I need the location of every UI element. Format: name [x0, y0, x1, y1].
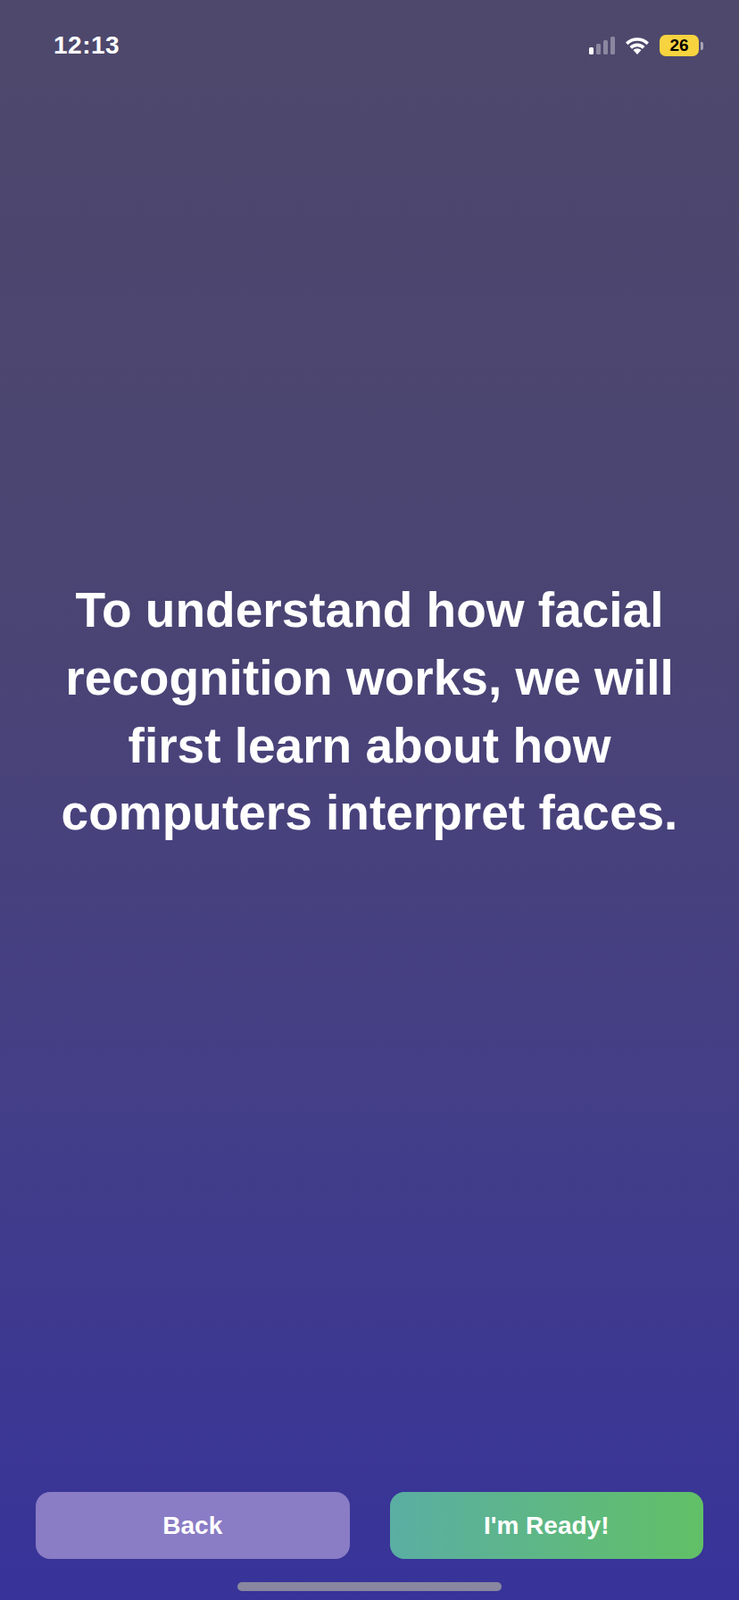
wifi-icon — [623, 35, 651, 56]
signal-bar — [596, 43, 601, 55]
signal-bar — [603, 40, 608, 55]
intro-message: To understand how facial recognition wor… — [35, 576, 704, 848]
battery-icon: 26 — [659, 34, 704, 57]
back-button[interactable]: Back — [35, 1491, 350, 1559]
signal-bar — [610, 36, 615, 55]
button-row: Back I'm Ready! — [0, 1491, 739, 1559]
signal-bar — [589, 47, 594, 55]
ready-button[interactable]: I'm Ready! — [390, 1491, 705, 1559]
content: To understand how facial recognition wor… — [0, 66, 739, 1492]
home-area — [0, 1558, 739, 1600]
status-bar: 12:13 26 — [0, 0, 739, 67]
signal-icon — [589, 36, 615, 55]
home-indicator[interactable] — [237, 1581, 502, 1591]
battery-level: 26 — [659, 34, 699, 57]
status-icons: 26 — [589, 34, 704, 57]
status-time: 12:13 — [53, 31, 120, 60]
battery-tip — [700, 41, 704, 50]
screen: 12:13 26 To understand how facial recognit… — [0, 0, 739, 1600]
